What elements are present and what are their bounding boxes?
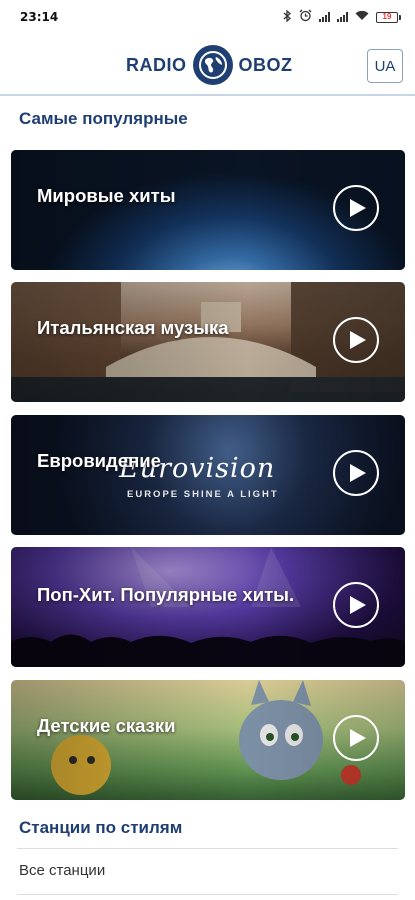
- battery-icon: 19: [376, 11, 401, 23]
- popular-section-title: Самые популярные: [19, 109, 188, 128]
- status-bar: 23:14 19: [0, 0, 415, 34]
- status-time: 23:14: [20, 10, 59, 24]
- signal-icon: [319, 12, 330, 22]
- divider: [17, 894, 398, 895]
- card-title: Итальянская музыка: [37, 317, 229, 338]
- station-card[interactable]: Eurovision EUROPE SHINE A LIGHT Евровиде…: [11, 415, 405, 535]
- alarm-icon: [299, 9, 312, 25]
- card-title: Мировые хиты: [37, 185, 176, 206]
- play-icon[interactable]: [333, 715, 379, 761]
- card-title: Детские сказки: [37, 715, 176, 736]
- language-button[interactable]: UA: [367, 49, 403, 83]
- bluetooth-icon: [283, 9, 292, 25]
- status-icons: 19: [283, 9, 401, 25]
- play-icon[interactable]: [333, 185, 379, 231]
- station-card[interactable]: Итальянская музыка: [11, 282, 405, 402]
- play-icon[interactable]: [333, 317, 379, 363]
- battery-level: 19: [382, 12, 392, 21]
- signal-icon: [337, 12, 348, 22]
- globe-icon: [192, 45, 233, 85]
- card-title: Евровидение: [37, 450, 161, 471]
- station-card[interactable]: Детские сказки: [11, 680, 405, 800]
- logo-text-left: RADIO: [126, 54, 187, 75]
- play-icon[interactable]: [333, 450, 379, 496]
- wifi-icon: [355, 10, 369, 24]
- card-title: Поп-Хит. Популярные хиты.: [37, 584, 295, 605]
- play-icon[interactable]: [333, 582, 379, 628]
- list-item-all-stations[interactable]: Все станции: [19, 862, 105, 879]
- station-card[interactable]: Мировые хиты: [11, 150, 405, 270]
- eurovision-slogan: EUROPE SHINE A LIGHT: [127, 489, 279, 500]
- divider: [17, 848, 398, 849]
- app-logo[interactable]: RADIO OBOZ: [126, 45, 293, 85]
- app-header: RADIO OBOZ UA: [0, 34, 415, 96]
- station-card[interactable]: Поп-Хит. Популярные хиты.: [11, 547, 405, 667]
- logo-text-right: OBOZ: [238, 54, 293, 75]
- styles-section-title: Станции по стилям: [19, 818, 183, 837]
